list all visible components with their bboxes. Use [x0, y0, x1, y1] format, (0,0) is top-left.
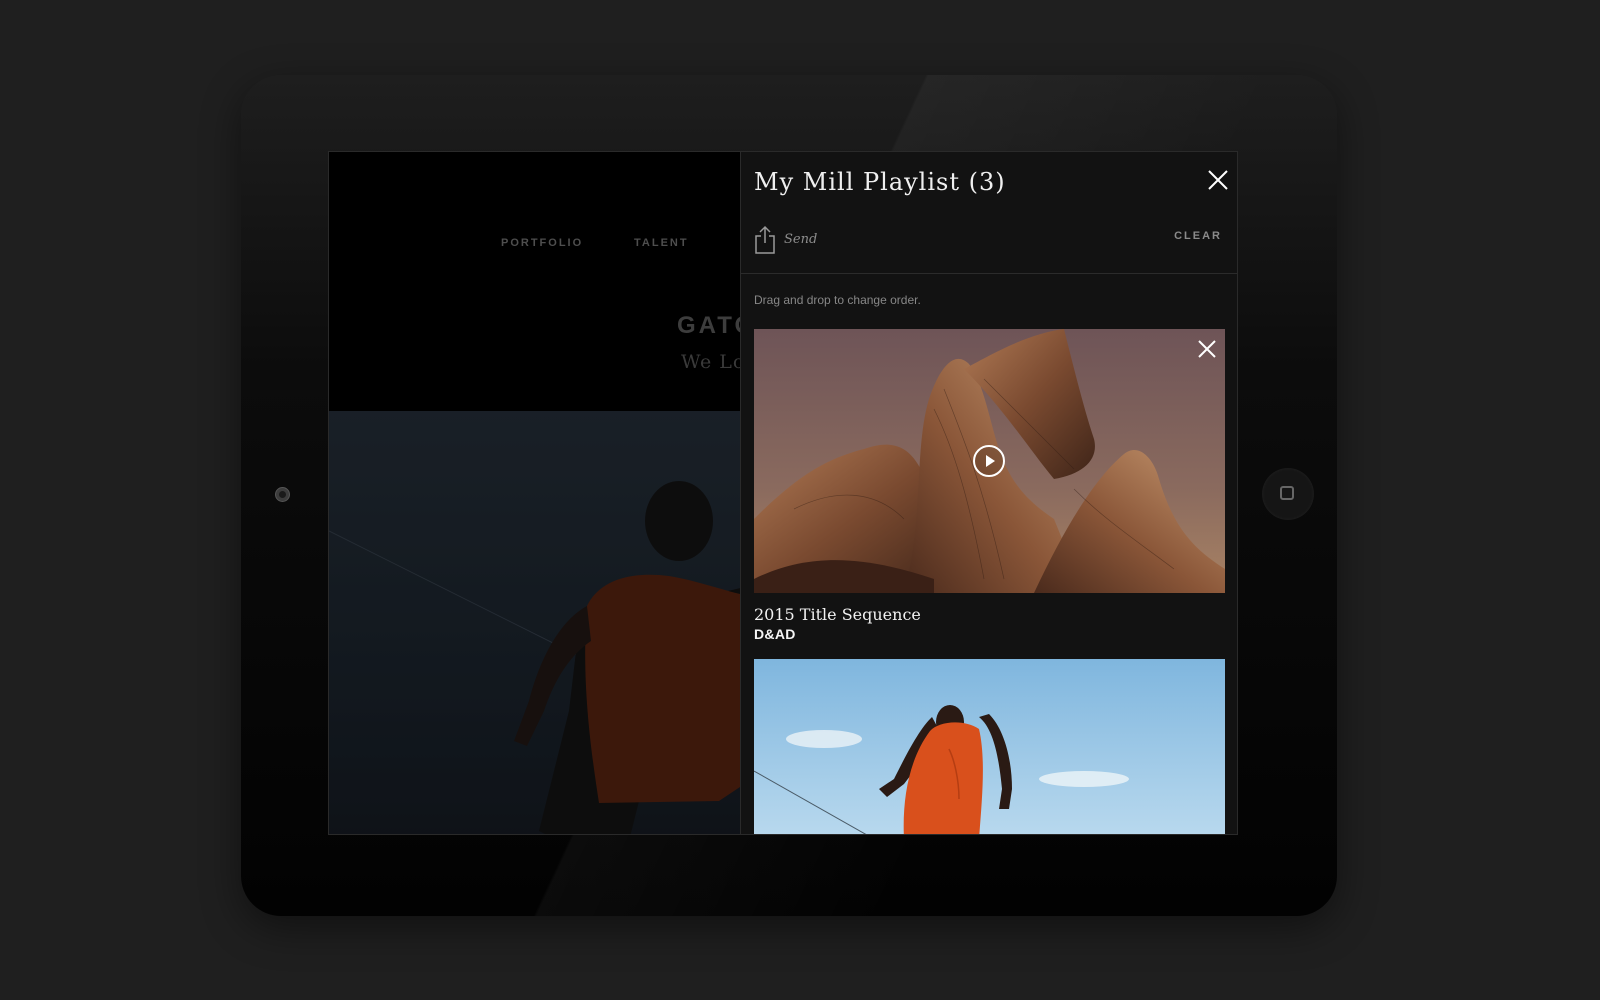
share-icon[interactable]	[754, 225, 776, 255]
drag-hint: Drag and drop to change order.	[754, 293, 921, 307]
hero-subtitle: We Lo	[681, 351, 746, 373]
hero-image	[329, 411, 749, 834]
nav-item-portfolio[interactable]: PORTFOLIO	[501, 237, 583, 249]
playlist-item[interactable]	[754, 659, 1225, 834]
close-icon[interactable]	[1207, 169, 1229, 191]
playlist-item[interactable]: 2015 Title Sequence D&AD	[754, 329, 1225, 642]
item-client: D&AD	[754, 626, 796, 642]
remove-item-icon[interactable]	[1197, 339, 1217, 359]
runner-image	[754, 659, 1225, 834]
play-icon[interactable]	[973, 445, 1005, 477]
item-title: 2015 Title Sequence	[754, 605, 921, 624]
nav-item-talent[interactable]: TALENT	[634, 237, 689, 249]
item-thumbnail[interactable]	[754, 659, 1225, 834]
playlist-title: My Mill Playlist (3)	[754, 168, 1006, 196]
home-button[interactable]	[1262, 468, 1314, 520]
camera-icon	[275, 487, 290, 502]
panel-divider	[741, 273, 1237, 274]
playlist-panel: My Mill Playlist (3) Send CLEAR Drag and…	[740, 152, 1237, 834]
dim-overlay	[329, 411, 749, 834]
tablet-screen: PORTFOLIO TALENT GATO We Lo My Mill Play…	[328, 151, 1238, 835]
item-thumbnail[interactable]	[754, 329, 1225, 593]
send-button[interactable]: Send	[784, 232, 817, 247]
send-row: Send CLEAR	[754, 225, 1234, 255]
clear-button[interactable]: CLEAR	[1174, 230, 1222, 242]
